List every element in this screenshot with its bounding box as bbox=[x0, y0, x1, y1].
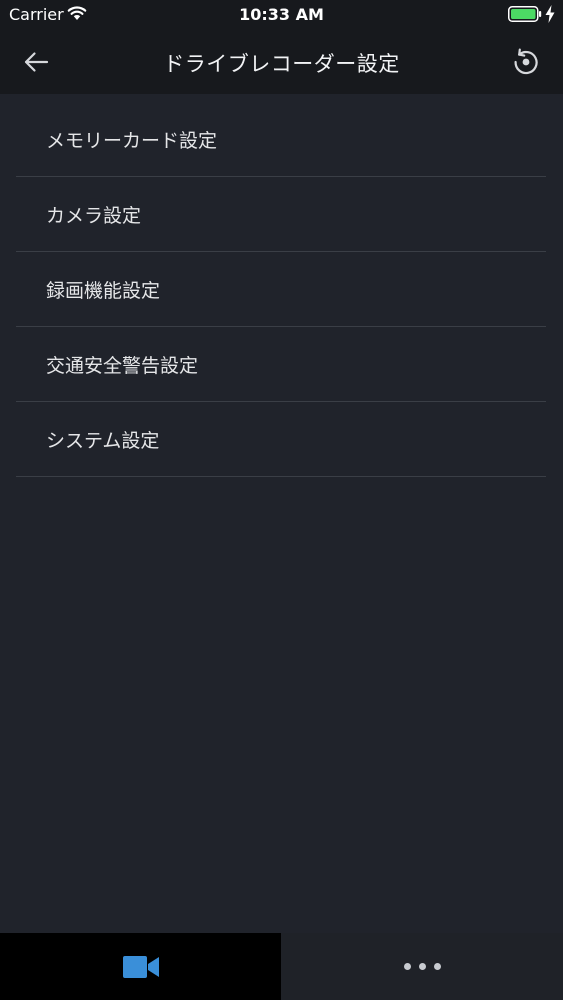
status-bar: Carrier 10:33 AM bbox=[0, 0, 563, 30]
tab-camera[interactable] bbox=[0, 933, 281, 1000]
menu-item-system[interactable]: システム設定 bbox=[16, 402, 546, 477]
back-button[interactable] bbox=[18, 44, 54, 80]
menu-item-memory-card[interactable]: メモリーカード設定 bbox=[16, 102, 546, 177]
menu-item-traffic-safety-warning[interactable]: 交通安全警告設定 bbox=[16, 327, 546, 402]
bottom-tab-bar bbox=[0, 933, 563, 1000]
menu-item-camera[interactable]: カメラ設定 bbox=[16, 177, 546, 252]
nav-bar: ドライブレコーダー設定 bbox=[0, 30, 563, 94]
arrow-left-icon bbox=[24, 52, 49, 72]
header: Carrier 10:33 AM ドライブレコーダー設定 bbox=[0, 0, 563, 94]
refresh-icon bbox=[514, 48, 538, 75]
tab-more[interactable] bbox=[281, 933, 563, 1000]
battery-icon bbox=[508, 6, 542, 22]
video-camera-icon bbox=[122, 955, 159, 978]
menu-item-recording[interactable]: 録画機能設定 bbox=[16, 252, 546, 327]
charging-bolt-icon bbox=[545, 5, 555, 23]
app-root: Carrier 10:33 AM ドライブレコーダー設定 メモリーカード設定 カ… bbox=[0, 0, 563, 1000]
refresh-button[interactable] bbox=[506, 44, 546, 80]
dot bbox=[403, 963, 411, 970]
status-time: 10:33 AM bbox=[239, 5, 324, 24]
dot bbox=[418, 963, 426, 970]
more-dots-icon bbox=[403, 963, 441, 970]
page-title: ドライブレコーダー設定 bbox=[163, 52, 400, 76]
dot bbox=[433, 963, 441, 970]
settings-menu-list: メモリーカード設定 カメラ設定 録画機能設定 交通安全警告設定 システム設定 bbox=[16, 102, 546, 477]
